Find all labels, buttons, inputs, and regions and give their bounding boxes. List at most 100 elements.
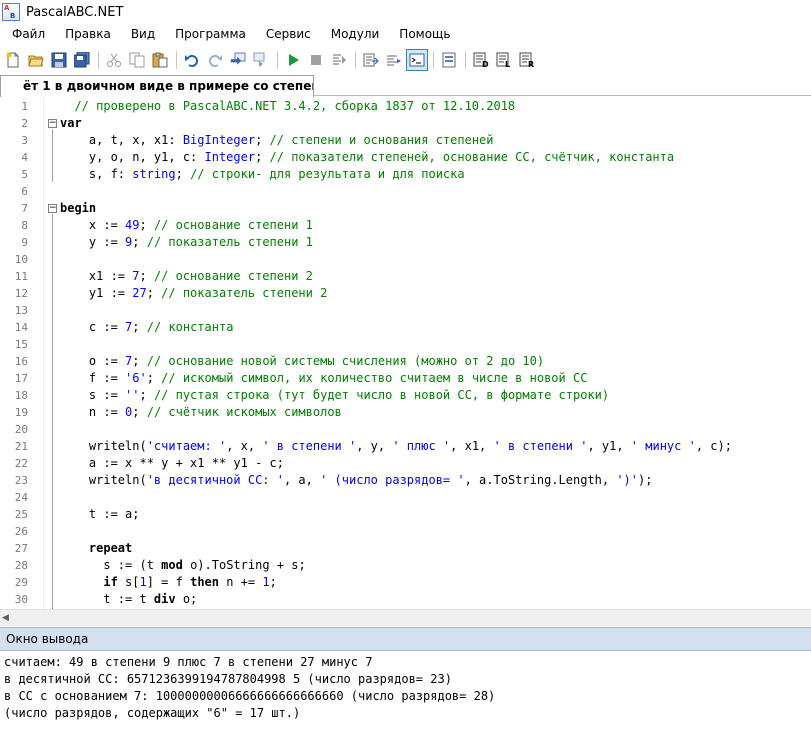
debug-icon-3[interactable]: R (516, 49, 538, 71)
step-into-icon[interactable] (328, 49, 350, 71)
open-file-icon[interactable] (25, 49, 47, 71)
fold-line (52, 214, 53, 609)
navigate-forward-icon[interactable] (250, 49, 272, 71)
debug-icon-1[interactable]: D (470, 49, 492, 71)
code-editor[interactable]: 1 2 3 4 5 6 7 8 9 10 11 12 13 14 15 16 17 18 19 20 21 22 23 24 2… (0, 97, 811, 609)
code-line[interactable]: n := 0; // счётчик искомых символов (60, 404, 342, 421)
line-number: 19 (14, 406, 28, 419)
code-line[interactable]: writeln('в десятичной СС: ', a, ' (число… (60, 472, 653, 489)
window-title: PascalABC.NET (26, 4, 124, 20)
menu-item-5[interactable]: Модули (321, 24, 390, 44)
line-number: 29 (14, 576, 28, 589)
menu-item-1[interactable]: Правка (55, 24, 121, 44)
tab-active-document[interactable]: ёт 1 в двоичном виде в примере со степен… (0, 75, 314, 97)
line-number: 30 (14, 593, 28, 606)
output-panel-header: Окно вывода (0, 627, 811, 651)
svg-text:R: R (528, 60, 534, 68)
redo-icon[interactable] (204, 49, 226, 71)
menu-bar: Файл Правка Вид Программа Сервис Модули Помощь (0, 24, 811, 44)
paste-icon[interactable] (149, 49, 171, 71)
code-line[interactable]: s := (t mod o).ToString + s; (60, 557, 305, 574)
code-line[interactable]: s := ''; // пустая строка (тут будет чис… (60, 387, 609, 404)
app-logo-icon: AB (2, 3, 20, 21)
line-number: 18 (14, 389, 28, 402)
line-number: 21 (14, 440, 28, 453)
toolbar: D L R (0, 46, 811, 74)
run-icon[interactable] (282, 49, 304, 71)
menu-item-3[interactable]: Программа (165, 24, 256, 44)
form-designer-icon[interactable] (438, 49, 460, 71)
save-icon[interactable] (48, 49, 70, 71)
line-number: 25 (14, 508, 28, 521)
title-bar: AB PascalABC.NET (0, 0, 811, 24)
line-number: 6 (21, 185, 28, 198)
code-line[interactable]: y1 := 27; // показатель степени 2 (60, 285, 327, 302)
code-line[interactable]: y, o, n, y1, c: Integer; // показатели с… (60, 149, 674, 166)
code-line[interactable]: repeat (60, 540, 132, 557)
line-number: 16 (14, 355, 28, 368)
line-number: 24 (14, 491, 28, 504)
code-line[interactable]: t := t div o; (60, 591, 197, 608)
code-line[interactable]: if s[1] = f then n += 1; (60, 574, 276, 591)
menu-item-4[interactable]: Сервис (256, 24, 321, 44)
line-number: 5 (21, 168, 28, 181)
debug-icon-2[interactable]: L (493, 49, 515, 71)
menu-item-6[interactable]: Помощь (389, 24, 460, 44)
line-number: 26 (14, 525, 28, 538)
line-number-gutter: 1 2 3 4 5 6 7 8 9 10 11 12 13 14 15 16 17 18 19 20 21 22 23 24 2… (0, 97, 44, 609)
code-line[interactable]: writeln('считаем: ', x, ' в степени ', y… (60, 438, 732, 455)
toolbar-separator (277, 51, 278, 69)
step-over-icon[interactable] (360, 49, 382, 71)
code-line[interactable]: t := a; (60, 506, 140, 523)
code-line[interactable]: x1 := 7; // основание степени 2 (60, 268, 313, 285)
line-number: 2 (21, 117, 28, 130)
toolbar-separator (465, 51, 466, 69)
line-number: 23 (14, 474, 28, 487)
line-number: 28 (14, 559, 28, 572)
line-number: 8 (21, 219, 28, 232)
output-line: в десятичной СС: 6571236399194787804998 … (4, 672, 452, 686)
line-number: 10 (14, 253, 28, 266)
stop-icon[interactable] (305, 49, 327, 71)
navigate-back-icon[interactable] (227, 49, 249, 71)
code-line[interactable]: s, f: string; // строки- для результата … (60, 166, 465, 183)
line-number: 15 (14, 338, 28, 351)
code-line[interactable]: x := 49; // основание степени 1 (60, 217, 313, 234)
output-line: в СС с основанием 7: 1000000000666666666… (4, 689, 496, 703)
output-window-icon[interactable] (406, 49, 428, 71)
fold-begin-icon[interactable]: − (48, 204, 57, 213)
copy-icon[interactable] (126, 49, 148, 71)
horizontal-scrollbar[interactable]: ◀ (0, 609, 811, 626)
line-number: 9 (21, 236, 28, 249)
fold-var-icon[interactable]: − (48, 119, 57, 128)
code-line[interactable]: o := 7; // основание новой системы счисл… (60, 353, 544, 370)
code-line[interactable]: f := '6'; // искомый символ, их количест… (60, 370, 588, 387)
output-line: (число разрядов, содержащих "6" = 17 шт.… (4, 706, 301, 720)
line-number: 13 (14, 304, 28, 317)
toolbar-separator (98, 51, 99, 69)
code-line[interactable]: y := 9; // показатель степени 1 (60, 234, 313, 251)
line-number: 20 (14, 423, 28, 436)
undo-icon[interactable] (181, 49, 203, 71)
line-number: 12 (14, 287, 28, 300)
output-panel[interactable]: считаем: 49 в степени 9 плюс 7 в степени… (0, 652, 811, 730)
save-all-icon[interactable] (71, 49, 93, 71)
new-file-icon[interactable] (2, 49, 24, 71)
code-line[interactable]: a, t, x, x1: BigInteger; // степени и ос… (60, 132, 494, 149)
scroll-left-arrow-icon[interactable]: ◀ (2, 613, 12, 623)
menu-item-2[interactable]: Вид (121, 24, 165, 44)
format-code-icon[interactable] (383, 49, 405, 71)
code-line[interactable]: c := 7; // константа (60, 319, 234, 336)
code-line[interactable]: a := x ** y + x1 ** y1 - c; (60, 455, 284, 472)
menu-item-0[interactable]: Файл (0, 24, 55, 44)
output-line: считаем: 49 в степени 9 плюс 7 в степени… (4, 655, 373, 669)
cut-icon[interactable] (103, 49, 125, 71)
line-number: 14 (14, 321, 28, 334)
code-line[interactable]: begin (60, 200, 96, 217)
code-line[interactable]: var (60, 115, 82, 132)
line-number: 7 (21, 202, 28, 215)
document-tabs: ёт 1 в двоичном виде в примере со степен… (0, 74, 811, 97)
toolbar-separator (355, 51, 356, 69)
svg-text:D: D (482, 60, 489, 68)
code-line[interactable]: // проверено в PascalABC.NET 3.4.2, сбор… (60, 98, 515, 115)
